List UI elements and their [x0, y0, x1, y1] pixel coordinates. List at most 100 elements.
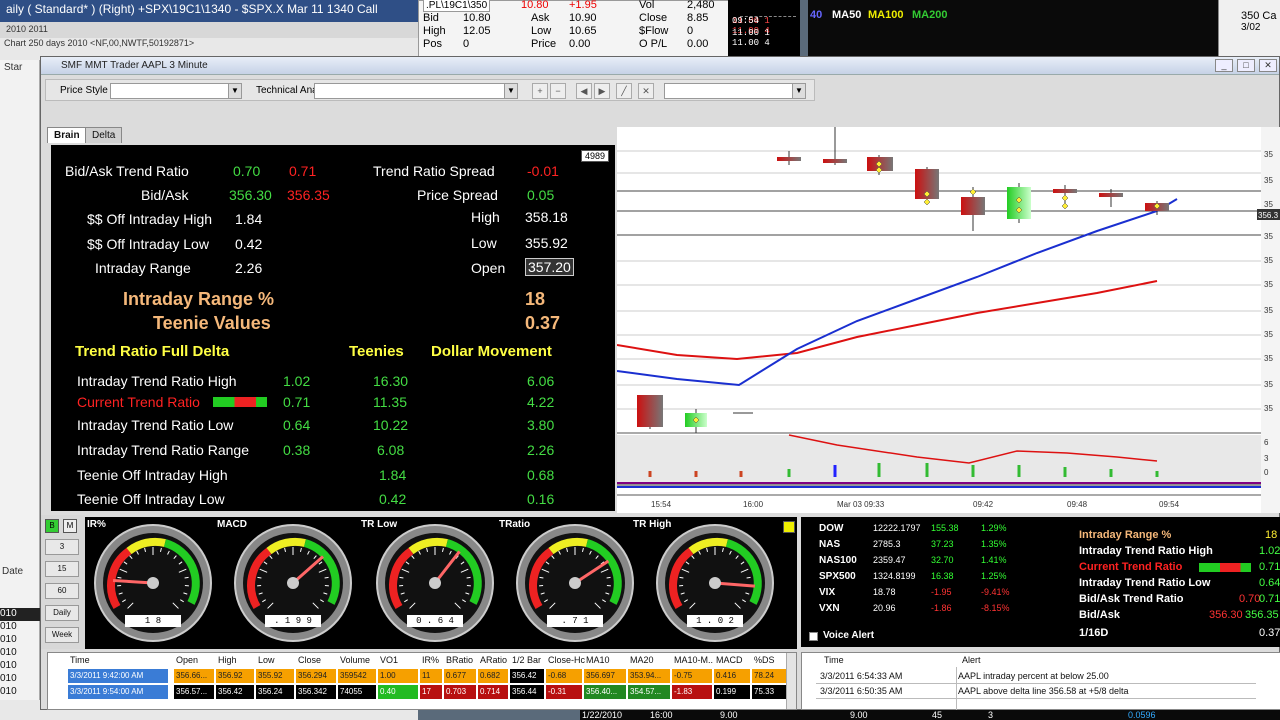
timeframe-m-button[interactable]: M — [63, 519, 77, 533]
timeframe-3-button[interactable]: 3 — [45, 539, 79, 555]
grid-header[interactable]: Low — [258, 655, 275, 665]
alert-time[interactable]: 3/3/2011 6:50:35 AM — [820, 684, 902, 698]
grid-cell[interactable]: 356.294 — [296, 669, 336, 683]
alert-time[interactable]: 3/3/2011 6:54:33 AM — [820, 669, 902, 683]
scroll-left-icon[interactable]: ◀ — [576, 83, 592, 99]
grid-cell[interactable]: 355.92 — [256, 669, 294, 683]
minimize-button[interactable]: _ — [1215, 59, 1233, 72]
bottom-strip-value: 0.0596 — [1128, 710, 1156, 720]
grid-header[interactable]: MA20 — [630, 655, 654, 665]
market-change: 155.38 — [931, 523, 959, 533]
grid-cell[interactable]: 356.40... — [584, 685, 626, 699]
timeframe-week-button[interactable]: Week — [45, 627, 79, 643]
grid-header[interactable]: BRatio — [446, 655, 473, 665]
grid-cell[interactable]: 0.682 — [478, 669, 508, 683]
grid-cell[interactable]: 356.42 — [216, 685, 254, 699]
grid-cell[interactable]: 356.697 — [584, 669, 626, 683]
grid-header[interactable]: Time — [70, 655, 90, 665]
market-pct: -8.15% — [981, 603, 1010, 613]
timeframe-15-button[interactable]: 15 — [45, 561, 79, 577]
quote-bid-label: Bid — [423, 12, 439, 24]
grid-header[interactable]: Close-Hc — [548, 655, 585, 665]
grid-header[interactable]: ARatio — [480, 655, 507, 665]
delta-row-teenies: 0.42 — [379, 491, 407, 507]
close-button[interactable]: ✕ — [1259, 59, 1277, 72]
grid-cell[interactable]: 356.42 — [510, 669, 544, 683]
grid-header[interactable]: MA10-M.. — [674, 655, 713, 665]
grid-cell[interactable]: 3/3/2011 9:54:00 AM — [68, 685, 168, 699]
grid-cell[interactable]: 356.92 — [216, 669, 254, 683]
grid-header[interactable]: IR% — [422, 655, 439, 665]
grid-cell[interactable]: 74055 — [338, 685, 376, 699]
grid-cell[interactable]: 0.677 — [444, 669, 476, 683]
alert-message[interactable]: AAPL above delta line 356.58 at +5/8 del… — [958, 684, 1129, 698]
timeframe-daily-button[interactable]: Daily — [45, 605, 79, 621]
zoom-in-icon[interactable]: + — [532, 83, 548, 99]
vertical-scrollbar[interactable] — [786, 653, 796, 709]
grid-cell[interactable]: 11 — [420, 669, 442, 683]
grid-cell[interactable]: -0.31 — [546, 685, 582, 699]
grid-cell[interactable]: 356.342 — [296, 685, 336, 699]
price-style-select[interactable]: ▼ — [110, 83, 242, 99]
grid-cell[interactable]: 356.44 — [510, 685, 544, 699]
market-symbol: DOW — [819, 523, 844, 534]
alerts-header-time[interactable]: Time — [824, 655, 844, 665]
window-title-bar[interactable]: SMF MMT Trader AAPL 3 Minute _ □ ✕ — [41, 57, 1279, 75]
draw-line-icon[interactable]: ╱ — [616, 83, 632, 99]
grid-header[interactable]: Open — [176, 655, 198, 665]
star-icon[interactable] — [783, 521, 795, 533]
grid-header[interactable]: High — [218, 655, 237, 665]
grid-header[interactable]: MACD — [716, 655, 743, 665]
grid-cell[interactable]: 78.24 — [752, 669, 790, 683]
grid-cell[interactable]: 0.714 — [478, 685, 508, 699]
grid-cell[interactable]: 353.94... — [628, 669, 670, 683]
bottom-strip-value: 9.00 — [720, 710, 738, 720]
grid-cell[interactable]: 0.40 — [378, 685, 418, 699]
zoom-out-icon[interactable]: − — [550, 83, 566, 99]
intraday-label: Bid/Ask — [1079, 609, 1120, 621]
grid-header[interactable]: 1/2 Bar — [512, 655, 541, 665]
background-bottom-row: 1/22/2010 16:00 9.00 9.00 45 3 0.0596 — [580, 710, 1280, 720]
grid-cell[interactable]: 17 — [420, 685, 442, 699]
grid-cell[interactable]: 356.24 — [256, 685, 294, 699]
gauge-hub — [147, 577, 159, 589]
bidask-label: Bid/Ask — [141, 187, 189, 203]
grid-cell[interactable]: 0.416 — [714, 669, 750, 683]
alert-message[interactable]: AAPL intraday percent at below 25.00 — [958, 669, 1109, 683]
price-chart[interactable]: 356.3 35 35 35 35 35 35 35 35 35 35 35 6… — [617, 127, 1280, 513]
technical-analysis-select[interactable]: ▼ — [314, 83, 518, 99]
grid-header[interactable]: Close — [298, 655, 321, 665]
market-change: 16.38 — [931, 571, 954, 581]
tab-brain[interactable]: Brain — [47, 127, 87, 143]
voice-alert-checkbox[interactable] — [809, 632, 818, 641]
grid-header[interactable]: VO1 — [380, 655, 398, 665]
diamond-marker — [1061, 194, 1069, 202]
grid-header[interactable]: Volume — [340, 655, 370, 665]
timeframe-60-button[interactable]: 60 — [45, 583, 79, 599]
grid-cell[interactable]: 75.33 — [752, 685, 790, 699]
delete-drawing-icon[interactable]: ✕ — [638, 83, 654, 99]
grid-cell[interactable]: 1.00 — [378, 669, 418, 683]
gauge-5: 1 . 0 2 — [655, 523, 775, 643]
grid-cell[interactable]: 0.703 — [444, 685, 476, 699]
grid-cell[interactable]: 356.66... — [174, 669, 214, 683]
grid-header[interactable]: %DS — [754, 655, 775, 665]
alerts-header-alert[interactable]: Alert — [962, 655, 981, 665]
tab-delta[interactable]: Delta — [85, 127, 123, 143]
study-select[interactable]: ▼ — [664, 83, 806, 99]
grid-cell[interactable]: 356.57... — [174, 685, 214, 699]
timeframe-b-button[interactable]: B — [45, 519, 59, 533]
grid-cell[interactable]: 0.199 — [714, 685, 750, 699]
grid-cell[interactable]: -0.75 — [672, 669, 712, 683]
high-value: 358.18 — [525, 209, 568, 225]
grid-cell[interactable]: 3/3/2011 9:42:00 AM — [68, 669, 168, 683]
grid-header[interactable]: MA10 — [586, 655, 610, 665]
quote-ask-label: Ask — [531, 12, 550, 24]
maximize-button[interactable]: □ — [1237, 59, 1255, 72]
grid-cell[interactable]: -1.83 — [672, 685, 712, 699]
ma-label: 40 — [810, 9, 823, 21]
grid-cell[interactable]: 354.57... — [628, 685, 670, 699]
scroll-right-icon[interactable]: ▶ — [594, 83, 610, 99]
grid-cell[interactable]: 359542 — [338, 669, 376, 683]
grid-cell[interactable]: -0.68 — [546, 669, 582, 683]
